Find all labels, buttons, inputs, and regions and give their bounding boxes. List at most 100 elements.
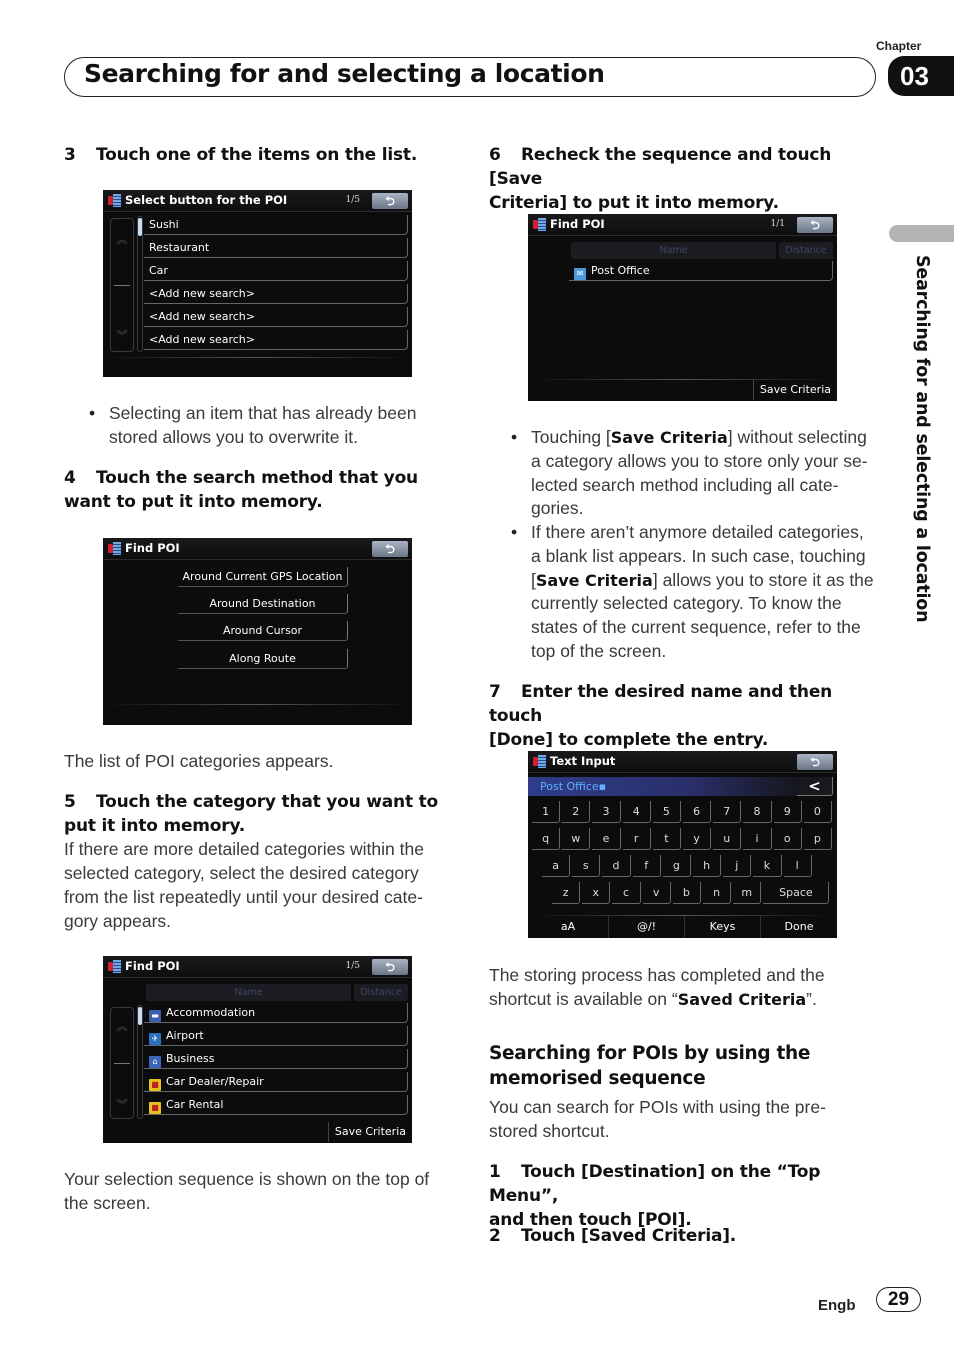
key-e[interactable]: e [592, 828, 621, 850]
scroll-down-button[interactable]: ︾ [111, 1096, 133, 1112]
scrollbar-thumb[interactable] [138, 218, 142, 236]
category-item[interactable]: ✈ Airport [144, 1026, 408, 1046]
method-around-destination[interactable]: Around Destination [178, 594, 348, 614]
car-icon: ■ [149, 1102, 161, 1114]
key-6[interactable]: 6 [683, 801, 712, 823]
method-around-cursor[interactable]: Around Cursor [178, 621, 348, 641]
key-o[interactable]: o [773, 828, 802, 850]
scroll-up-button[interactable]: ︽ [111, 1018, 133, 1034]
key-s[interactable]: s [572, 855, 601, 877]
key-9[interactable]: 9 [773, 801, 802, 823]
step-text-line2: put it into memory. [64, 816, 246, 836]
list-item[interactable]: <Add new search> [144, 307, 408, 327]
list-item[interactable]: Sushi [144, 215, 408, 235]
back-button[interactable]: ⮌ [372, 193, 408, 209]
scroll-down-button[interactable]: ︾ [111, 327, 133, 343]
scrollbar[interactable] [137, 1005, 143, 1119]
back-button[interactable]: ⮌ [372, 959, 408, 975]
category-item[interactable]: ■ Car Rental [144, 1095, 408, 1115]
key-x[interactable]: x [582, 882, 611, 904]
app-logo-icon [108, 960, 121, 973]
category-item[interactable]: ⌂ Business [144, 1049, 408, 1069]
bed-icon: ▬ [149, 1010, 161, 1022]
done-button[interactable]: Done [760, 916, 837, 938]
back-button[interactable]: ⮌ [797, 754, 833, 770]
step-number: 5 [64, 792, 76, 812]
category-label: Business [166, 1052, 215, 1065]
save-criteria-button[interactable]: Save Criteria [752, 380, 837, 400]
method-along-route[interactable]: Along Route [178, 649, 348, 669]
list-item[interactable]: Car [144, 261, 408, 281]
key-4[interactable]: 4 [622, 801, 651, 823]
sort-by-distance-button[interactable]: Distance [354, 984, 408, 1001]
key-m[interactable]: m [733, 882, 762, 904]
scrollbar-thumb[interactable] [138, 1007, 142, 1025]
key-p[interactable]: p [803, 828, 832, 850]
key-i[interactable]: i [743, 828, 772, 850]
key-u[interactable]: u [713, 828, 742, 850]
key-w[interactable]: w [562, 828, 591, 850]
section-heading: Searching for POIs by using the memorise… [489, 1041, 810, 1091]
key-8[interactable]: 8 [743, 801, 772, 823]
key-g[interactable]: g [662, 855, 691, 877]
list-item[interactable]: Restaurant [144, 238, 408, 258]
key-7[interactable]: 7 [713, 801, 742, 823]
method-around-gps[interactable]: Around Current GPS Location [178, 567, 348, 587]
key-t[interactable]: t [652, 828, 681, 850]
separator [103, 704, 412, 705]
result-text-part: ”. [806, 989, 817, 1009]
key-space[interactable]: Space [763, 882, 830, 904]
result-text: Your selection sequence is shown on the … [64, 1169, 430, 1213]
key-c[interactable]: c [612, 882, 641, 904]
category-label: Car Dealer/Repair [166, 1075, 264, 1088]
screen-select-button-for-poi: Select button for the POI 1/5 ⮌ ︽ ︾ Sush… [103, 190, 412, 377]
sort-by-distance-button[interactable]: Distance [779, 242, 833, 259]
text-input-field[interactable]: Post Office▪ [528, 777, 798, 796]
key-v[interactable]: v [642, 882, 671, 904]
back-button[interactable]: ⮌ [797, 217, 833, 233]
scroll-up-button[interactable]: ︽ [111, 231, 133, 247]
key-r[interactable]: r [622, 828, 651, 850]
key-b[interactable]: b [672, 882, 701, 904]
key-d[interactable]: d [602, 855, 631, 877]
key-1[interactable]: 1 [532, 801, 561, 823]
key-a[interactable]: a [542, 855, 571, 877]
key-l[interactable]: l [783, 855, 812, 877]
key-3[interactable]: 3 [592, 801, 621, 823]
save-criteria-button[interactable]: Save Criteria [327, 1122, 412, 1142]
sort-by-name-button[interactable]: Name [571, 242, 776, 259]
back-button[interactable]: ⮌ [372, 541, 408, 557]
screen-text-input: Text Input ⮌ Post Office▪ < 1234567890 qw… [528, 751, 837, 938]
category-item[interactable]: ✉ Post Office [569, 261, 833, 281]
key-z[interactable]: z [552, 882, 581, 904]
category-item[interactable]: ■ Car Dealer/Repair [144, 1072, 408, 1092]
key-0[interactable]: 0 [803, 801, 832, 823]
key-f[interactable]: f [632, 855, 661, 877]
text-cursor: ▪ [598, 780, 607, 793]
key-y[interactable]: y [683, 828, 712, 850]
list-item[interactable]: <Add new search> [144, 330, 408, 350]
category-item[interactable]: ▬ Accommodation [144, 1003, 408, 1023]
case-toggle-key[interactable]: aA [528, 916, 608, 938]
key-n[interactable]: n [703, 882, 732, 904]
step-number: 6 [489, 145, 501, 165]
screen-title-bar: Find POI 1/1 ⮌ [528, 214, 837, 236]
app-logo-icon [108, 542, 121, 555]
key-5[interactable]: 5 [652, 801, 681, 823]
key-h[interactable]: h [693, 855, 722, 877]
keys-layout-key[interactable]: Keys [684, 916, 760, 938]
app-logo-icon [533, 218, 546, 231]
key-j[interactable]: j [723, 855, 752, 877]
key-k[interactable]: k [753, 855, 782, 877]
backspace-button[interactable]: < [797, 777, 833, 796]
symbols-key[interactable]: @/! [608, 916, 684, 938]
airplane-icon: ✈ [149, 1033, 161, 1045]
scrollbar[interactable] [137, 216, 143, 352]
result-text: The storing process has completed and th… [489, 963, 869, 1012]
key-2[interactable]: 2 [562, 801, 591, 823]
result-text: The list of POI categories appears. [64, 751, 334, 771]
list-item[interactable]: <Add new search> [144, 284, 408, 304]
key-q[interactable]: q [532, 828, 561, 850]
sort-by-name-button[interactable]: Name [146, 984, 351, 1001]
step-5: 5 Touch the category that you want to put… [64, 790, 454, 838]
